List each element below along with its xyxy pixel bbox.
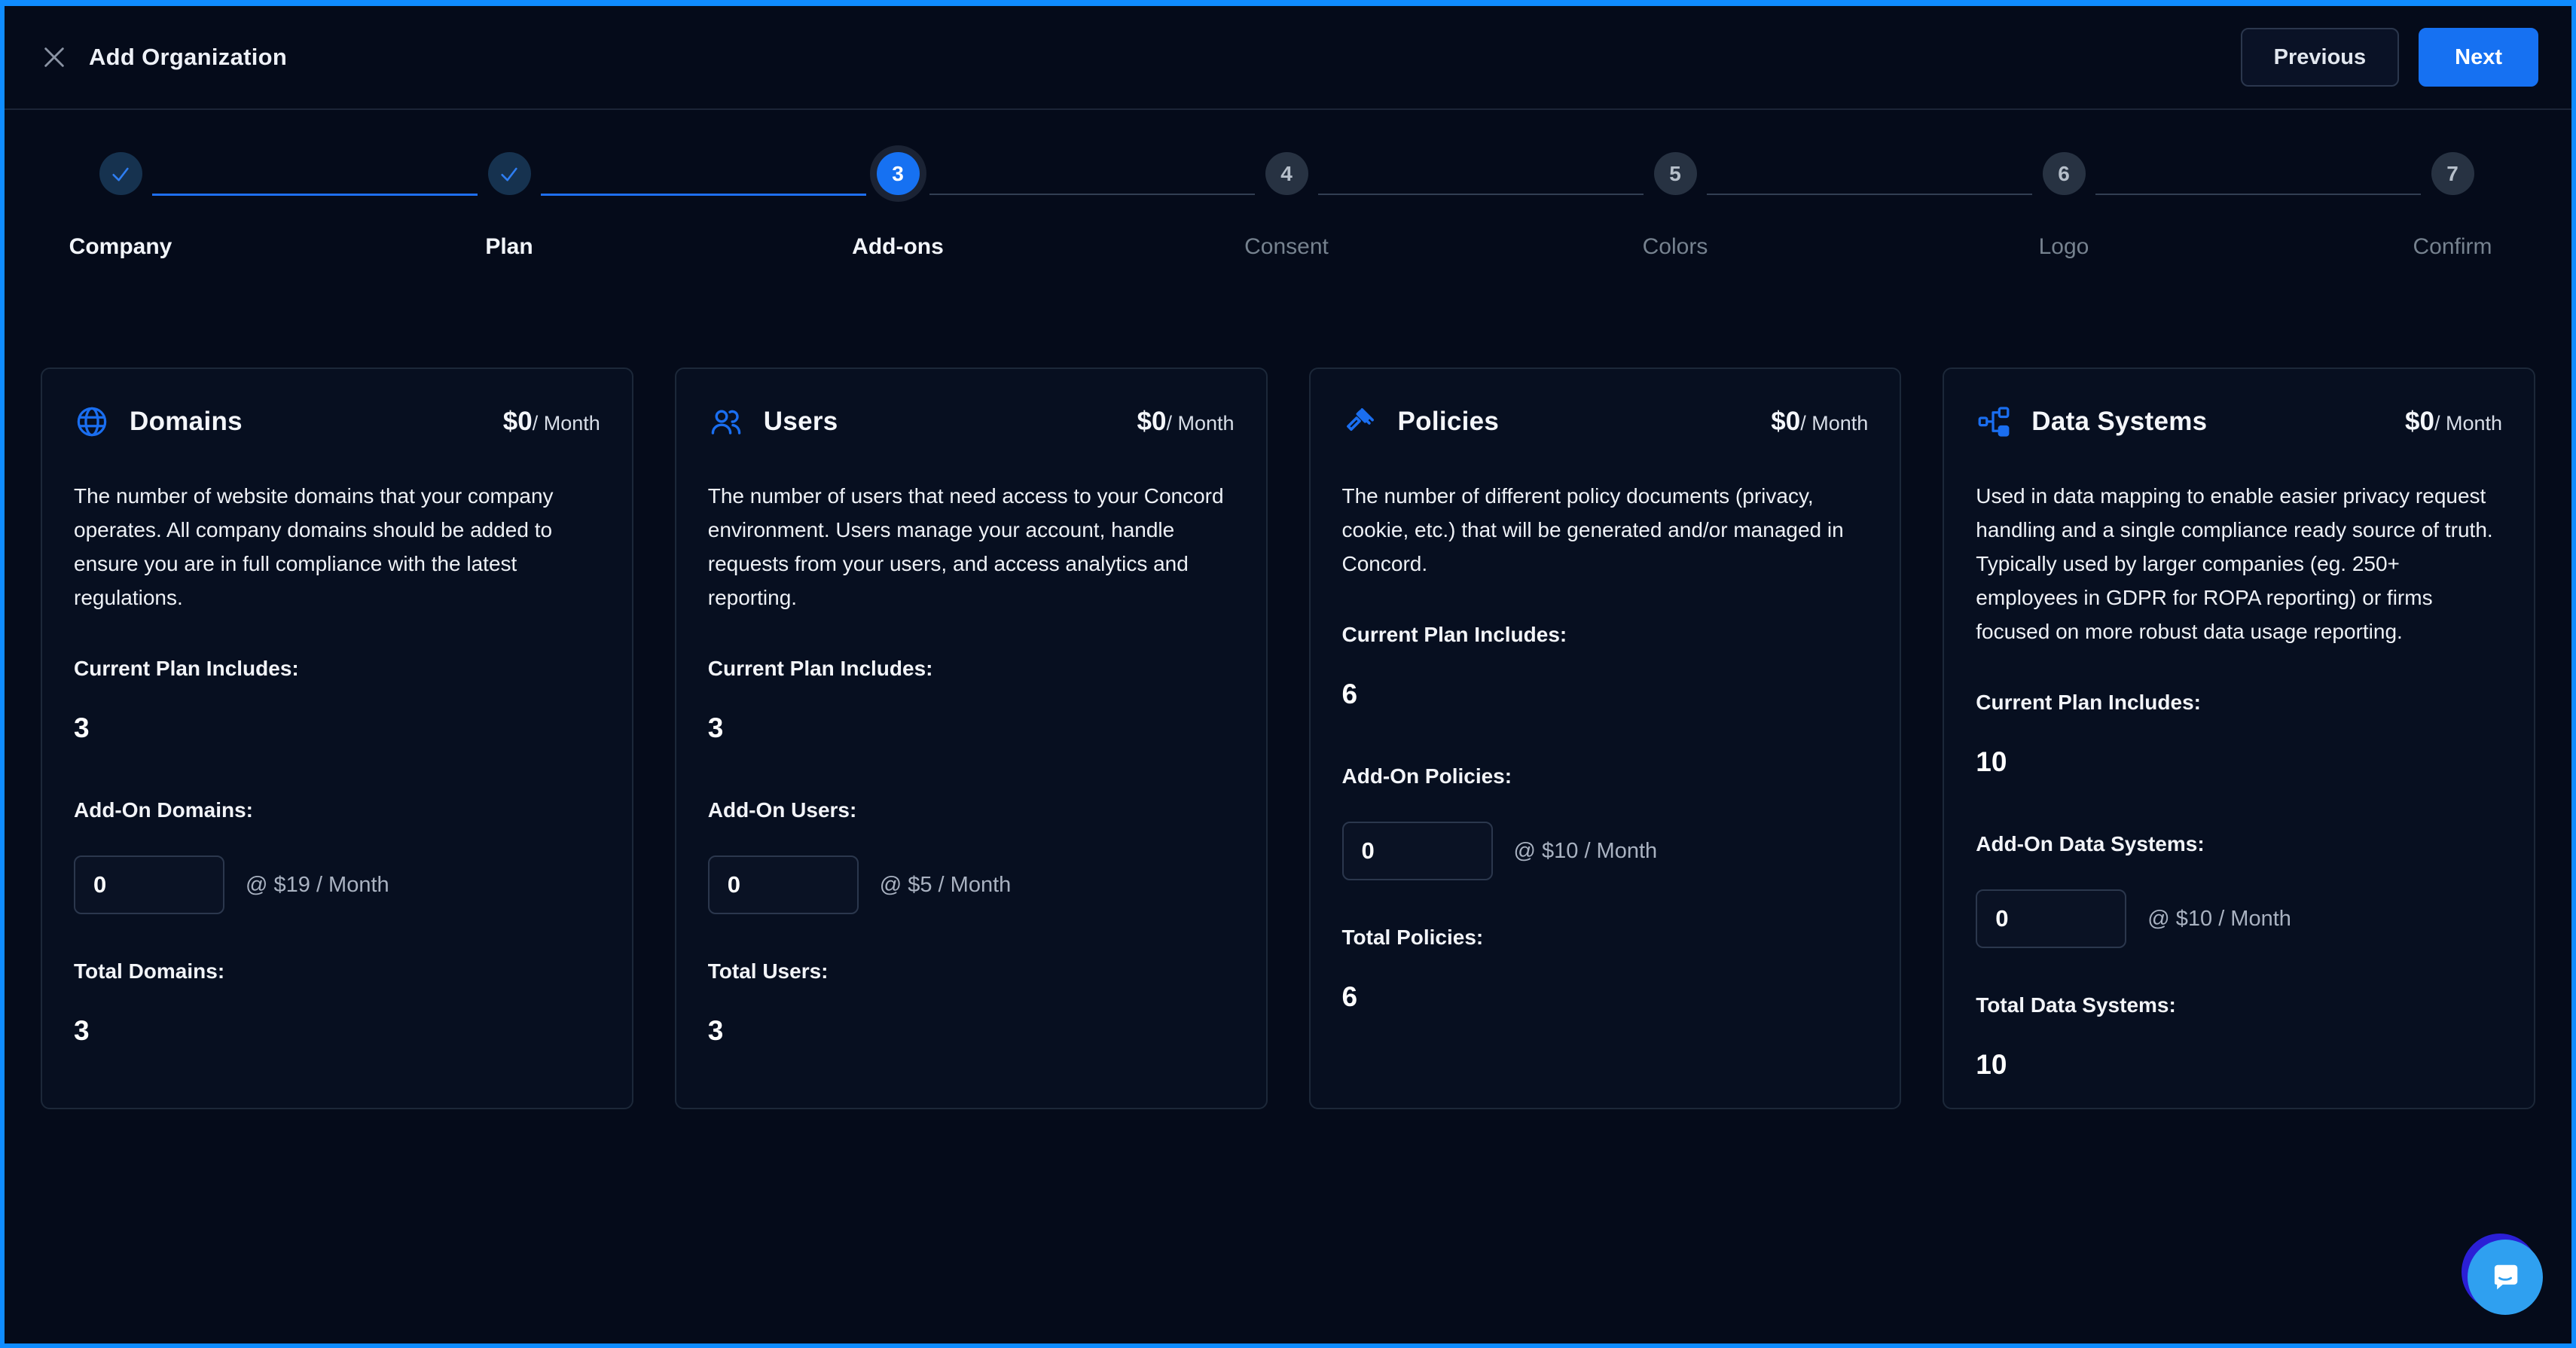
current-plan-label: Current Plan Includes: [1342,623,1869,647]
card-price: $0 / Month [1137,407,1235,437]
addon-label: Add-On Data Systems: [1976,832,2502,856]
addon-users-input[interactable] [708,855,859,914]
addon-label: Add-On Domains: [74,798,600,822]
step-company[interactable]: Company [0,152,241,260]
previous-button[interactable]: Previous [2241,28,2400,87]
addon-label: Add-On Policies: [1342,764,1869,788]
step-logo[interactable]: 6 Logo [1943,152,2184,260]
card-domains: Domains $0 / Month The number of website… [41,367,633,1109]
total-label: Total Policies: [1342,926,1869,950]
total-label: Total Domains: [74,959,600,984]
step-circle: 3 [877,152,920,195]
card-description: The number of different policy documents… [1342,479,1869,581]
card-title: Data Systems [2031,407,2207,437]
step-add-ons[interactable]: 3 Add-ons [777,152,1018,260]
step-plan[interactable]: Plan [389,152,630,260]
addon-rate: @ $10 / Month [2147,907,2291,932]
addon-policies-input[interactable] [1342,822,1493,880]
addon-domains-input[interactable] [74,855,224,914]
current-plan-value: 3 [74,712,600,744]
step-circle [488,152,531,195]
card-title: Domains [130,407,243,437]
current-plan-label: Current Plan Includes: [74,657,600,681]
current-plan-value: 3 [708,712,1235,744]
addon-label: Add-On Users: [708,798,1235,822]
check-icon [110,163,131,185]
step-label: Add-ons [852,234,944,260]
step-label: Company [69,234,172,260]
step-circle: 4 [1265,152,1308,195]
card-title: Users [764,407,838,437]
close-button[interactable] [38,41,71,74]
card-description: The number of website domains that your … [74,479,600,615]
step-label: Confirm [2413,234,2492,260]
card-data-systems: Data Systems $0 / Month Used in data map… [1943,367,2535,1109]
header-bar: Add Organization Previous Next [5,6,2571,110]
card-price: $0 / Month [503,407,600,437]
total-value: 10 [1976,1049,2502,1081]
step-label: Colors [1643,234,1708,260]
step-circle: 7 [2431,152,2474,195]
total-value: 3 [74,1015,600,1047]
card-price: $0 / Month [1771,407,1868,437]
card-policies: Policies $0 / Month The number of differ… [1309,367,1902,1109]
step-label: Consent [1244,234,1329,260]
users-icon [708,404,744,440]
total-label: Total Users: [708,959,1235,984]
card-price: $0 / Month [2405,407,2502,437]
step-circle [99,152,142,195]
addon-rate: @ $5 / Month [880,873,1012,898]
card-description: The number of users that need access to … [708,479,1235,615]
chat-bubble-icon [2468,1240,2543,1315]
card-description: Used in data mapping to enable easier pr… [1976,479,2502,648]
addon-data-systems-input[interactable] [1976,889,2126,948]
step-label: Plan [485,234,533,260]
check-icon [499,163,520,185]
step-label: Logo [2039,234,2089,260]
step-confirm[interactable]: 7 Confirm [2332,152,2573,260]
current-plan-value: 10 [1976,746,2502,778]
gavel-icon [1342,404,1378,440]
current-plan-label: Current Plan Includes: [708,657,1235,681]
step-circle: 5 [1654,152,1697,195]
wizard-stepper: Company Plan 3 Add-ons 4 Consent 5 Color… [5,110,2571,300]
step-circle: 6 [2043,152,2086,195]
close-icon [41,44,67,70]
total-value: 3 [708,1015,1235,1047]
page-title: Add Organization [89,44,287,71]
next-button[interactable]: Next [2419,28,2538,87]
data-systems-icon [1976,404,2012,440]
total-label: Total Data Systems: [1976,993,2502,1017]
step-colors[interactable]: 5 Colors [1555,152,1796,260]
addon-cards: Domains $0 / Month The number of website… [5,367,2571,1109]
chat-launcher-button[interactable] [2462,1234,2544,1316]
current-plan-value: 6 [1342,679,1869,710]
current-plan-label: Current Plan Includes: [1976,691,2502,715]
addon-rate: @ $10 / Month [1514,839,1658,864]
card-title: Policies [1398,407,1500,437]
step-consent[interactable]: 4 Consent [1166,152,1407,260]
addon-rate: @ $19 / Month [246,873,389,898]
globe-icon [74,404,110,440]
card-users: Users $0 / Month The number of users tha… [675,367,1268,1109]
total-value: 6 [1342,981,1869,1013]
